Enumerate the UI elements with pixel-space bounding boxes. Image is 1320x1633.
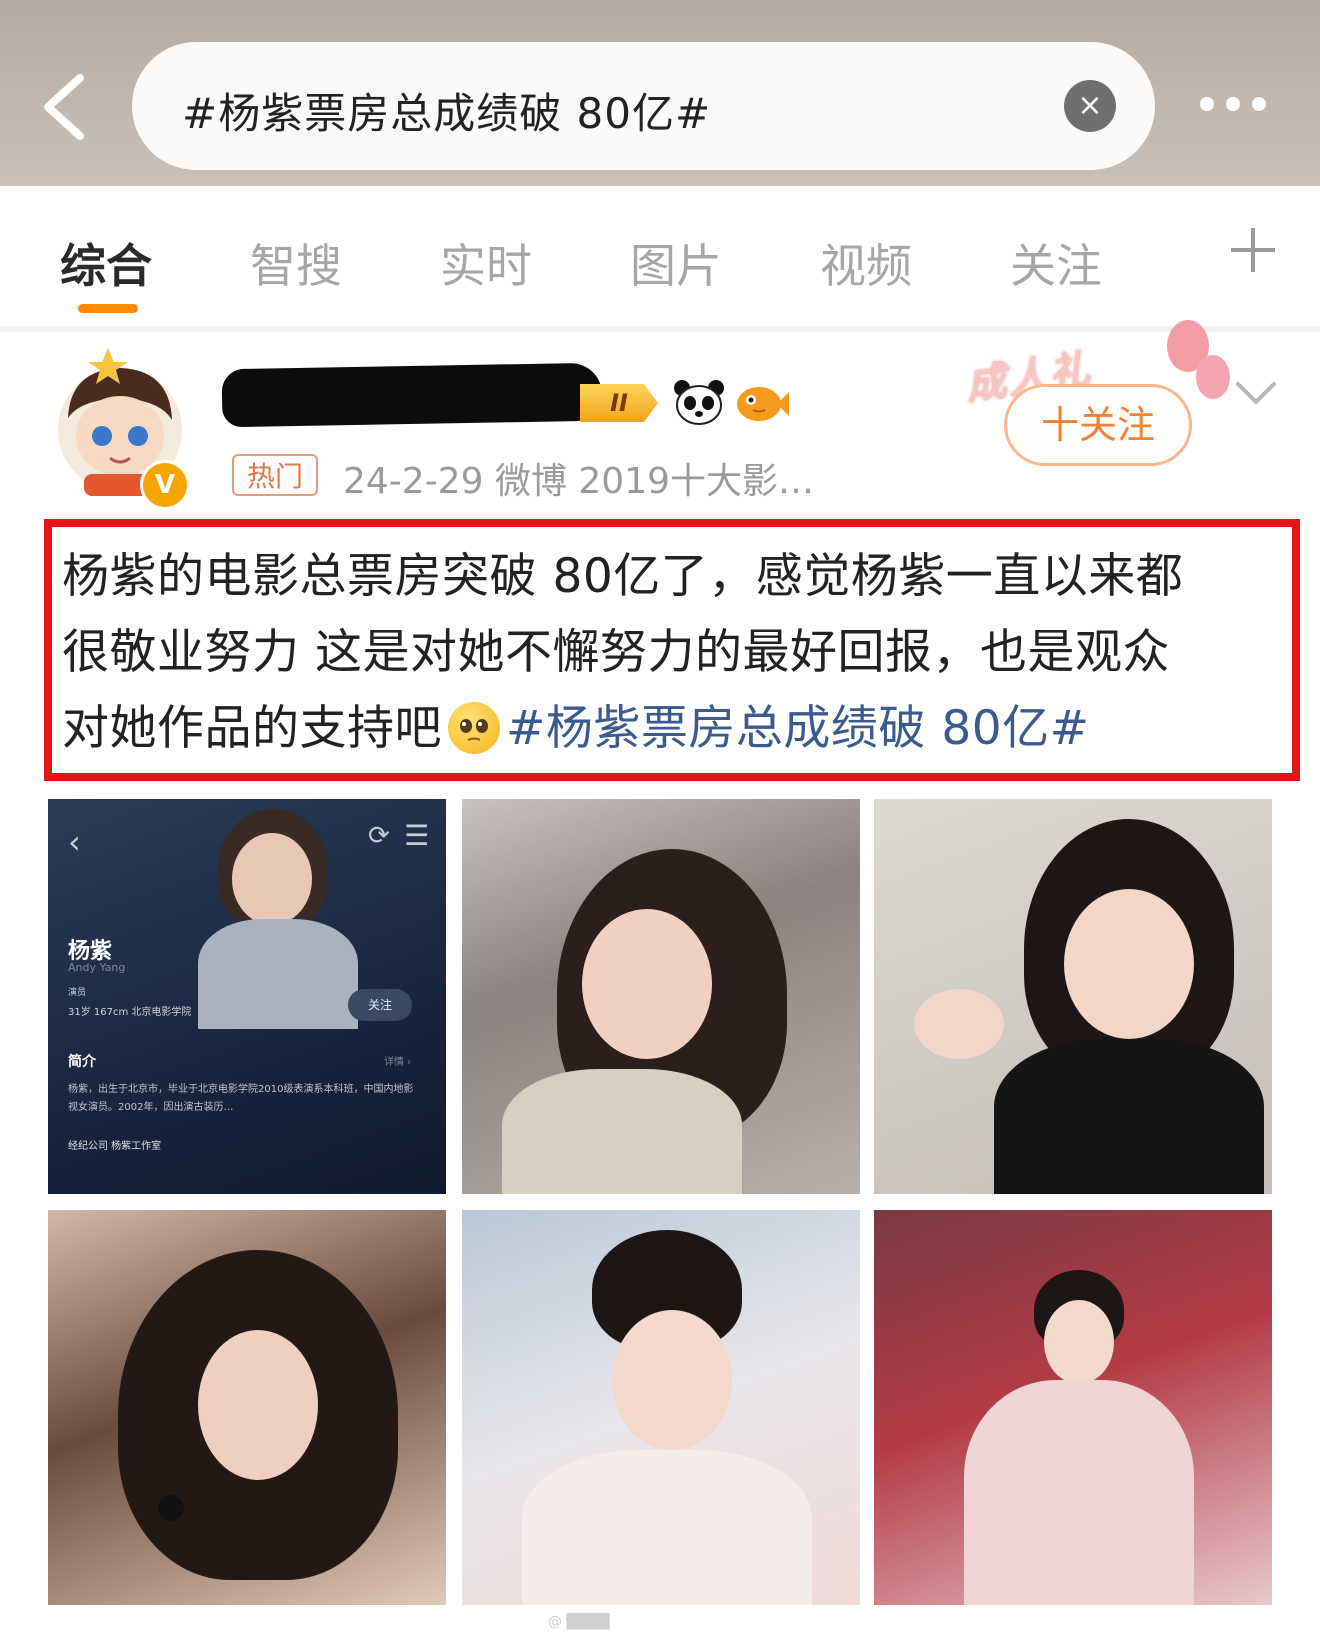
tab-comprehensive[interactable]: 综合 xyxy=(60,230,152,296)
post-image-4[interactable] xyxy=(48,1210,446,1605)
figure-fur-cloak xyxy=(522,1450,812,1605)
profile-english-name: Andy Yang xyxy=(68,961,126,974)
back-arrow-icon[interactable] xyxy=(36,72,92,142)
menu-icon: ☰ xyxy=(404,819,430,852)
profile-stats: 31岁 167cm 北京电影学院 xyxy=(68,1007,192,1018)
hot-tag: 热门 xyxy=(232,454,318,496)
add-tab-icon[interactable] xyxy=(1228,226,1278,276)
clear-search-icon[interactable]: × xyxy=(1064,80,1116,132)
profile-agency: 经纪公司 杨紫工作室 xyxy=(68,1141,162,1152)
back-icon: ‹ xyxy=(68,823,81,861)
image-watermark: @ ████ xyxy=(548,1614,610,1630)
profile-follow-button: 关注 xyxy=(348,989,412,1021)
profile-intro-title: 简介 xyxy=(68,1054,96,1070)
figure-face xyxy=(582,909,712,1059)
figure-hand xyxy=(914,989,1004,1059)
profile-detail-link: 详情 › xyxy=(384,1057,412,1068)
post-text-line-end: 对她作品的支持吧 xyxy=(62,701,442,756)
post-text-line: 对她作品的支持吧 #杨紫票房总成绩破 80亿# xyxy=(62,689,1090,758)
pleading-face-emoji-icon xyxy=(448,702,500,754)
post-image-1[interactable]: ‹ ⟳ ☰ 杨紫 Andy Yang 演员 31岁 167cm 北京电影学院 关… xyxy=(48,799,446,1194)
balloon-icon xyxy=(1196,355,1230,399)
figure-body xyxy=(994,1039,1264,1194)
figure-face xyxy=(198,1330,318,1480)
section-divider xyxy=(0,326,1320,332)
figure-face xyxy=(1064,889,1194,1039)
follow-button[interactable]: 十关注 xyxy=(1004,384,1192,466)
figure-body xyxy=(198,919,358,1029)
fish-icon xyxy=(733,382,789,426)
figure-face xyxy=(1044,1300,1114,1384)
post-image-2[interactable] xyxy=(462,799,860,1194)
more-options-icon[interactable] xyxy=(1200,84,1280,124)
tab-videos[interactable]: 视频 xyxy=(820,230,912,296)
post-image-5[interactable] xyxy=(462,1210,860,1605)
tab-realtime[interactable]: 实时 xyxy=(440,230,532,296)
tab-following[interactable]: 关注 xyxy=(1010,230,1102,296)
tab-images[interactable]: 图片 xyxy=(630,230,722,296)
hashtag-link[interactable]: #杨紫票房总成绩破 80亿# xyxy=(506,701,1090,756)
search-input[interactable]: #杨紫票房总成绩破 80亿# xyxy=(132,42,1155,170)
figure-face xyxy=(232,833,312,925)
user-level-badge: II xyxy=(580,384,658,422)
refresh-icon: ⟳ xyxy=(368,821,390,851)
active-tab-indicator xyxy=(78,304,138,313)
post-image-6[interactable] xyxy=(874,1210,1272,1605)
post-meta: 24-2-29 微博 2019十大影… xyxy=(343,461,815,502)
earring-icon xyxy=(158,1495,184,1521)
top-bar: #杨紫票房总成绩破 80亿# × xyxy=(0,0,1320,186)
redacted-username[interactable] xyxy=(221,362,603,428)
chevron-down-icon[interactable] xyxy=(1234,378,1278,408)
search-tabs: 综合 智搜 实时 图片 视频 关注 xyxy=(0,186,1320,326)
verified-badge-icon: V xyxy=(140,460,190,510)
post-text-line: 很敬业努力 这是对她不懈努力的最好回报，也是观众 xyxy=(62,625,1170,680)
profile-bio: 杨紫，出生于北京市，毕业于北京电影学院2010级表演系本科班，中国内地影视女演员… xyxy=(68,1084,414,1113)
figure-body xyxy=(502,1069,742,1194)
figure-face xyxy=(612,1310,732,1450)
search-query: #杨紫票房总成绩破 80亿# xyxy=(182,89,712,138)
tab-smart-search[interactable]: 智搜 xyxy=(250,230,342,296)
panda-icon xyxy=(672,378,726,426)
post-image-3[interactable] xyxy=(874,799,1272,1194)
figure-robe xyxy=(964,1380,1194,1605)
profile-role: 演员 xyxy=(68,988,87,998)
post-text-line: 杨紫的电影总票房突破 80亿了，感觉杨紫一直以来都 xyxy=(62,549,1184,604)
post-content[interactable]: 杨紫的电影总票房突破 80亿了，感觉杨紫一直以来都 很敬业努力 这是对她不懈努力… xyxy=(44,519,1300,781)
